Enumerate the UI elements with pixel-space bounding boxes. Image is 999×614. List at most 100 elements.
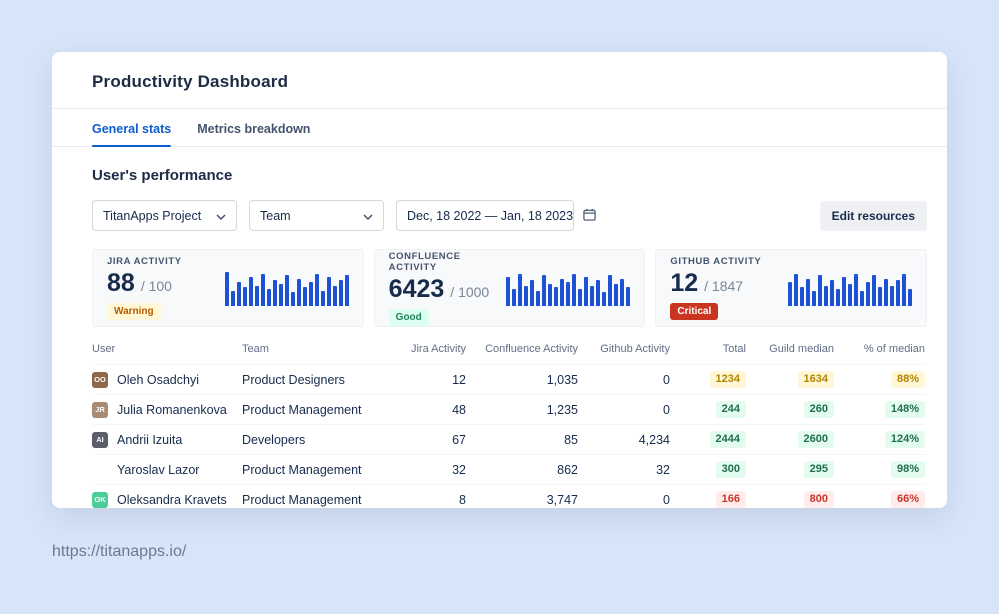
user-cell: Yaroslav Lazor xyxy=(92,462,242,478)
user-name: Andrii Izuita xyxy=(117,433,182,447)
tab-general-stats[interactable]: General stats xyxy=(92,109,171,146)
status-badge: Critical xyxy=(670,303,718,320)
pct-of-median-cell: 98% xyxy=(836,461,927,479)
sparkline-bar xyxy=(854,274,858,306)
activity-sparkline xyxy=(788,270,912,306)
tab-metrics-breakdown[interactable]: Metrics breakdown xyxy=(197,109,310,146)
stat-card: CONFLUENCE ACTIVITY6423 / 1000 Good xyxy=(374,249,646,327)
filter-bar: TitanApps Project Team Dec, 18 2022 — Ja… xyxy=(92,200,927,231)
stat-value: 6423 xyxy=(389,275,445,304)
table-header-row: UserTeamJira ActivityConfluence Activity… xyxy=(92,343,927,364)
edit-resources-button[interactable]: Edit resources xyxy=(820,201,927,231)
jira-activity-cell: 8 xyxy=(394,493,468,507)
sparkline-bar xyxy=(584,277,588,306)
date-range-picker[interactable]: Dec, 18 2022 — Jan, 18 2023 xyxy=(396,200,574,231)
sparkline-bar xyxy=(554,287,558,306)
sparkline-bar xyxy=(908,289,912,306)
project-select-value: TitanApps Project xyxy=(103,209,201,223)
card-header: Productivity Dashboard xyxy=(52,52,947,109)
guild-median-cell-badge: 260 xyxy=(804,401,834,419)
total-cell: 244 xyxy=(672,401,748,419)
stat-target: / 1000 xyxy=(450,284,489,300)
guild-median-cell: 1634 xyxy=(748,371,836,389)
sparkline-bar xyxy=(243,287,247,306)
user-cell: JR Julia Romanenkova xyxy=(92,402,242,418)
team-select[interactable]: Team xyxy=(249,200,384,231)
sparkline-bar xyxy=(884,279,888,306)
sparkline-bar xyxy=(512,289,516,306)
column-header: Github Activity xyxy=(580,343,672,355)
guild-median-cell: 295 xyxy=(748,461,836,479)
stat-card: JIRA ACTIVITY88/ 100Warning xyxy=(92,249,364,327)
team-cell: Product Designers xyxy=(242,373,394,387)
avatar: OO xyxy=(92,372,108,388)
stat-target: / 1847 xyxy=(704,278,743,294)
stat-label: GITHUB ACTIVITY xyxy=(670,256,761,267)
avatar: JR xyxy=(92,402,108,418)
sparkline-bar xyxy=(818,275,822,306)
jira-activity-cell: 12 xyxy=(394,373,468,387)
total-cell: 166 xyxy=(672,491,748,508)
sparkline-bar xyxy=(890,286,894,306)
sparkline-bar xyxy=(285,275,289,306)
sparkline-bar xyxy=(548,284,552,306)
sparkline-bar xyxy=(860,291,864,306)
stat-label: CONFLUENCE ACTIVITY xyxy=(389,251,507,273)
sparkline-bar xyxy=(842,277,846,306)
table-row[interactable]: JRJulia RomanenkovaProduct Management481… xyxy=(92,394,927,424)
table-row[interactable]: OOOleh OsadchyiProduct Designers121,0350… xyxy=(92,364,927,394)
pct-of-median-cell-badge: 66% xyxy=(891,491,925,508)
column-header: Team xyxy=(242,343,394,355)
project-select[interactable]: TitanApps Project xyxy=(92,200,237,231)
sparkline-bar xyxy=(524,286,528,306)
pct-of-median-cell: 66% xyxy=(836,491,927,508)
activity-sparkline xyxy=(506,270,630,306)
sparkline-bar xyxy=(902,274,906,306)
stat-value: 12 xyxy=(670,269,698,298)
pct-of-median-cell: 148% xyxy=(836,401,927,419)
content-area: User's performance TitanApps Project Tea… xyxy=(52,147,947,508)
user-cell: AI Andrii Izuita xyxy=(92,432,242,448)
sparkline-bar xyxy=(602,292,606,306)
user-name: Yaroslav Lazor xyxy=(117,463,199,477)
sparkline-bar xyxy=(806,279,810,306)
confluence-activity-cell: 1,235 xyxy=(468,403,580,417)
stat-value: 88 xyxy=(107,269,135,298)
sparkline-bar xyxy=(836,289,840,306)
sparkline-bar xyxy=(572,274,576,306)
table-body: OOOleh OsadchyiProduct Designers121,035 0… xyxy=(92,364,927,508)
column-header: Jira Activity xyxy=(394,343,468,355)
sparkline-bar xyxy=(321,291,325,306)
calendar-icon xyxy=(583,208,596,224)
guild-median-cell-badge: 1634 xyxy=(798,371,834,389)
status-badge: Good xyxy=(389,309,429,326)
sparkline-bar xyxy=(848,284,852,306)
confluence-activity-cell: 1,035 xyxy=(468,373,580,387)
sparkline-bar xyxy=(255,286,259,306)
sparkline-bar xyxy=(518,274,522,306)
pct-of-median-cell-badge: 98% xyxy=(891,461,925,479)
column-header: User xyxy=(92,343,242,355)
github-activity-cell: 0 xyxy=(580,403,672,417)
team-cell: Developers xyxy=(242,433,394,447)
sparkline-bar xyxy=(327,277,331,306)
table-row[interactable]: Yaroslav LazorProduct Management32862323… xyxy=(92,454,927,484)
sparkline-bar xyxy=(560,279,564,306)
avatar: AI xyxy=(92,432,108,448)
stat-cards-row: JIRA ACTIVITY88/ 100WarningCONFLUENCE AC… xyxy=(92,249,927,327)
sparkline-bar xyxy=(231,291,235,306)
sparkline-bar xyxy=(291,292,295,306)
sparkline-bar xyxy=(315,274,319,306)
user-name: Julia Romanenkova xyxy=(117,403,227,417)
sparkline-bar xyxy=(542,275,546,306)
table-row[interactable]: OKOleksandra KravetsProduct Management83… xyxy=(92,484,927,508)
table-row[interactable]: AIAndrii IzuitaDevelopers67854,234244426… xyxy=(92,424,927,454)
sparkline-bar xyxy=(249,277,253,306)
guild-median-cell-badge: 800 xyxy=(804,491,834,508)
github-activity-cell: 32 xyxy=(580,463,672,477)
guild-median-cell: 2600 xyxy=(748,431,836,449)
user-cell: OOOleh Osadchyi xyxy=(92,372,242,388)
stat-card: GITHUB ACTIVITY 12 / 1847 Critical xyxy=(655,249,927,327)
pct-of-median-cell-badge: 148% xyxy=(885,401,925,419)
confluence-activity-cell: 862 xyxy=(468,463,580,477)
